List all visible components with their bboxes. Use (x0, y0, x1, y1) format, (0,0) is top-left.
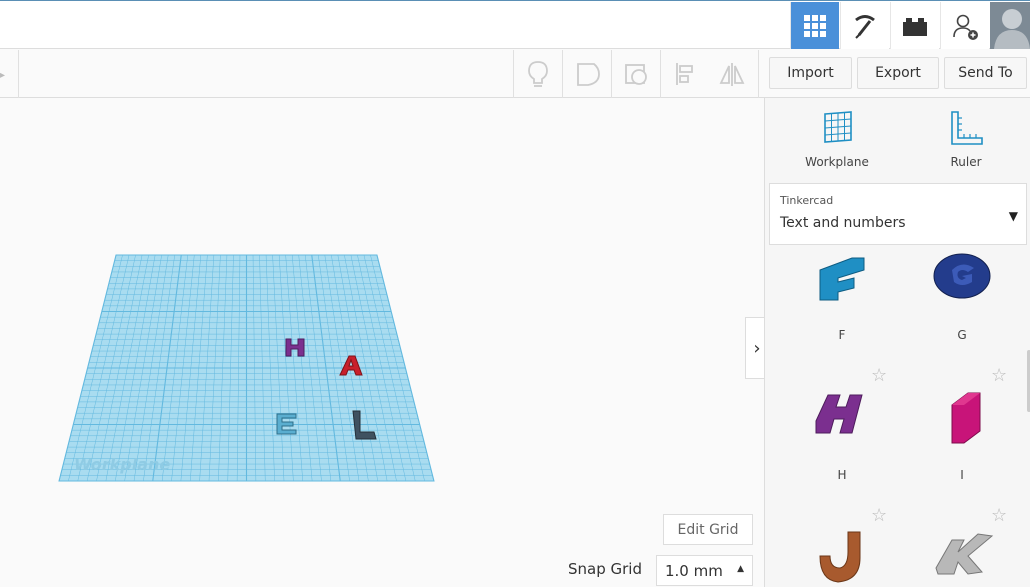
letter-g-shape-icon (933, 253, 991, 299)
top-bar (0, 0, 1030, 49)
shape-item-g[interactable] (912, 250, 1012, 314)
shape-item-j[interactable] (792, 522, 892, 587)
toolbar: ▸ Import Export Send To (0, 50, 1030, 98)
mirror-button[interactable] (716, 58, 748, 90)
lightbulb-button[interactable] (522, 58, 554, 90)
toolbar-divider (18, 50, 19, 98)
workplane-tool[interactable]: Workplane (782, 110, 892, 169)
show-all-button[interactable] (620, 58, 652, 90)
grid-view-button[interactable] (790, 2, 839, 49)
shape-item-h[interactable] (792, 385, 892, 449)
workplane-watermark: Workplane (74, 455, 170, 474)
workplane-grid (59, 255, 434, 481)
3d-canvas[interactable]: Workplane Edit Grid Snap Grid 1.0 mm ▲ (0, 98, 764, 587)
favorite-star-icon[interactable]: ☆ (871, 365, 887, 386)
toolbar-divider (562, 50, 563, 98)
library-provider-label: Tinkercad (780, 194, 834, 207)
grid-view-icon (804, 14, 826, 37)
favorite-star-icon[interactable]: ☆ (991, 365, 1007, 386)
shape-label-h: H (837, 468, 847, 482)
note-icon (577, 63, 600, 86)
letter-h-shape-icon (815, 394, 863, 434)
avatar[interactable] (990, 2, 1030, 49)
export-button[interactable]: Export (857, 57, 939, 89)
toolbar-divider (660, 50, 661, 98)
snap-grid-label: Snap Grid (568, 560, 642, 578)
align-button[interactable] (669, 58, 701, 90)
add-user-icon (953, 14, 978, 40)
chevron-right-icon: › (753, 337, 761, 359)
invite-user-button[interactable] (940, 2, 989, 49)
snap-grid-value: 1.0 mm (665, 562, 723, 580)
caret-down-icon: ▼ (1008, 209, 1018, 223)
ruler-tool-label: Ruler (950, 155, 982, 169)
shape-item-i[interactable] (912, 385, 1012, 449)
shapes-panel: Workplane Ruler Tinkercad Text and numbe… (764, 98, 1030, 587)
shape-library-select[interactable]: Tinkercad Text and numbers ▼ (769, 183, 1027, 245)
pickaxe-icon (855, 14, 875, 39)
import-button[interactable]: Import (769, 57, 852, 89)
caret-up-icon: ▲ (737, 564, 744, 574)
ruler-icon (951, 111, 983, 145)
note-button[interactable] (572, 58, 604, 90)
shape-item-k[interactable] (912, 522, 1012, 587)
shape-item-f[interactable] (792, 250, 892, 314)
letter-k-shape-icon (935, 533, 994, 575)
snap-grid-select[interactable]: 1.0 mm ▲ (656, 555, 753, 586)
shape-label-i: I (960, 468, 964, 482)
align-icon (676, 63, 693, 85)
library-category-value: Text and numbers (780, 215, 906, 231)
shape-label-g: G (957, 328, 967, 342)
workplane[interactable]: Workplane (0, 98, 764, 587)
bricks-button[interactable] (890, 2, 939, 49)
letter-i-shape-icon (951, 392, 981, 444)
shape-label-f: F (838, 328, 846, 342)
shape-grid: F G ☆ ☆ H I ☆ ☆ (765, 250, 1030, 587)
edit-grid-button[interactable]: Edit Grid (663, 514, 753, 545)
codeblocks-button[interactable] (840, 2, 889, 49)
toolbar-divider (513, 50, 514, 98)
send-to-button[interactable]: Send To (944, 57, 1027, 89)
lightbulb-icon (528, 61, 548, 87)
arrow-right-icon: ▸ (0, 70, 6, 81)
letter-j-shape-icon (819, 531, 861, 583)
workplane-tool-label: Workplane (805, 155, 869, 169)
toolbar-divider (758, 50, 759, 98)
toolbar-divider (611, 50, 612, 98)
bricks-icon (903, 17, 927, 36)
shape-letter-e[interactable] (276, 413, 297, 435)
letter-f-shape-icon (819, 257, 865, 301)
ruler-tool[interactable]: Ruler (911, 110, 1021, 169)
user-avatar-icon (990, 2, 1030, 49)
show-all-icon (625, 64, 647, 85)
workplane-icon (824, 111, 852, 143)
mirror-icon (719, 63, 745, 86)
